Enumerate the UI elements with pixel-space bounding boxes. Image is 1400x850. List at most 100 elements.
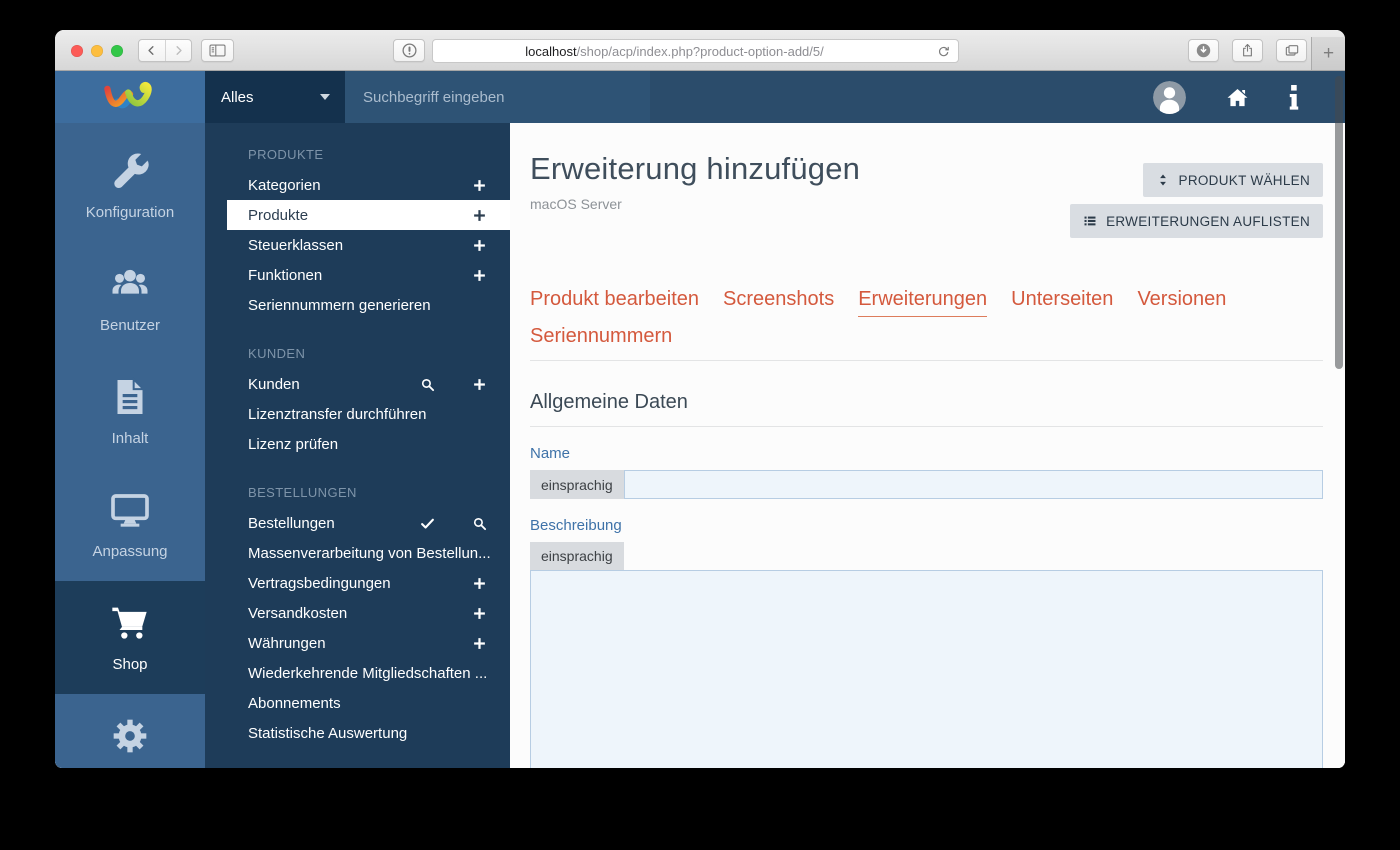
plus-icon[interactable] (472, 238, 487, 253)
monitor-icon (110, 490, 150, 530)
show-tabs-button[interactable] (1276, 39, 1307, 62)
menu-item-vertragsbedingungen[interactable]: Vertragsbedingungen (205, 568, 510, 598)
sidebar-item-shop[interactable]: Shop (55, 581, 205, 694)
name-input[interactable] (623, 470, 1323, 499)
menu-item-massenverarbeitung-von-bestellun[interactable]: Massenverarbeitung von Bestellun... (205, 538, 510, 568)
icon-sidebar: Konfiguration Benutzer Inhalt Anpassung … (55, 123, 205, 768)
menu-item-kategorien[interactable]: Kategorien (205, 170, 510, 200)
app-body: Konfiguration Benutzer Inhalt Anpassung … (55, 123, 1345, 768)
woltlab-logo-cell[interactable] (55, 71, 205, 123)
description-textarea[interactable] (530, 570, 1323, 768)
plus-icon[interactable] (472, 576, 487, 591)
menu-item-abonnements[interactable]: Abonnements (205, 688, 510, 718)
acp-search (345, 71, 650, 123)
tab-screenshots[interactable]: Screenshots (723, 288, 834, 317)
menu-item-funktionen[interactable]: Funktionen (205, 260, 510, 290)
sidebar-item-konfiguration[interactable]: Konfiguration (55, 129, 205, 242)
document-icon (110, 376, 150, 417)
forward-button[interactable] (164, 40, 192, 61)
reload-icon (938, 46, 949, 57)
wrench-icon (110, 151, 150, 191)
content-header: Erweiterung hinzufügen macOS Server PROD… (530, 151, 1323, 238)
browser-viewport: Alles Konfiguration (55, 71, 1345, 768)
menu-item-versandkosten[interactable]: Versandkosten (205, 598, 510, 628)
chevron-left-icon (148, 46, 154, 55)
tab-seriennummern[interactable]: Seriennummern (530, 325, 672, 354)
onepassword-extension-button[interactable] (393, 39, 425, 62)
menu-section-title: BESTELLUNGEN (248, 485, 357, 500)
home-icon (1227, 88, 1248, 106)
search-icon[interactable] (472, 516, 487, 531)
minimize-window-button[interactable] (91, 45, 103, 57)
menu-item-wiederkehrende-mitgliedschaften[interactable]: Wiederkehrende Mitgliedschaften ... (205, 658, 510, 688)
downloads-button[interactable] (1188, 39, 1219, 62)
safari-window: localhost/shop/acp/index.php?product-opt… (55, 30, 1345, 768)
search-input[interactable] (363, 88, 646, 106)
menu-item-kunden[interactable]: Kunden (205, 369, 510, 399)
onepassword-icon (401, 43, 417, 58)
tab-erweiterungen[interactable]: Erweiterungen (858, 288, 988, 317)
menu-item-statistische-auswertung[interactable]: Statistische Auswertung (205, 718, 510, 748)
reload-button[interactable] (936, 44, 951, 62)
menu-section-produkte: PRODUKTE Kategorien Produkte Steuerklass… (205, 147, 510, 320)
field-label-name: Name (530, 445, 571, 462)
language-tab[interactable]: einsprachig (530, 470, 624, 499)
tabs-icon (1285, 44, 1298, 56)
tab-unterseiten[interactable]: Unterseiten (1011, 288, 1113, 317)
search-scope-dropdown[interactable]: Alles (205, 71, 345, 123)
tab-produkt-bearbeiten[interactable]: Produkt bearbeiten (530, 288, 699, 317)
menu-section-title: PRODUKTE (248, 147, 324, 162)
action-produkt-wählen[interactable]: PRODUKT WÄHLEN (1142, 163, 1323, 197)
url-host: localhost (525, 43, 577, 59)
menu-item-seriennummern-generieren[interactable]: Seriennummern generieren (205, 290, 510, 320)
action-erweiterungen-auflisten[interactable]: ERWEITERUNGEN AUFLISTEN (1070, 204, 1323, 238)
menu-item-lizenztransfer-durchführen[interactable]: Lizenztransfer durchführen (205, 399, 510, 429)
sidebar-item-inhalt[interactable]: Inhalt (55, 355, 205, 468)
history-nav-group (138, 39, 192, 62)
acp-header: Alles (55, 71, 1345, 123)
address-bar[interactable]: localhost/shop/acp/index.php?product-opt… (432, 39, 959, 63)
tab-versionen[interactable]: Versionen (1137, 288, 1226, 317)
plus-icon[interactable] (472, 268, 487, 283)
name-field-row: einsprachig (530, 470, 1323, 499)
sidebar-item-verwaltung[interactable]: Verwaltung (55, 694, 205, 768)
search-scope-label: Alles (221, 88, 254, 106)
menu-section-kunden: KUNDEN Kunden Lizenztransfer durchführen… (205, 346, 510, 459)
language-tab[interactable]: einsprachig (530, 542, 624, 570)
menu-item-lizenz-prüfen[interactable]: Lizenz prüfen (205, 429, 510, 459)
menu-section-title: KUNDEN (248, 346, 306, 361)
menu-item-steuerklassen[interactable]: Steuerklassen (205, 230, 510, 260)
chevron-down-icon (320, 94, 330, 100)
info-button[interactable] (1289, 84, 1299, 110)
share-icon (1243, 44, 1252, 57)
select-arrows-icon (1156, 173, 1170, 187)
sidebar-toggle-button[interactable] (201, 39, 234, 62)
plus-icon[interactable] (472, 636, 487, 651)
sidebar-item-benutzer[interactable]: Benutzer (55, 242, 205, 355)
share-button[interactable] (1232, 39, 1263, 62)
menu-item-bestellungen[interactable]: Bestellungen (205, 508, 510, 538)
plus-icon[interactable] (472, 208, 487, 223)
page-titles: Erweiterung hinzufügen macOS Server (530, 151, 1070, 212)
field-label-description: Beschreibung (530, 517, 622, 534)
back-button[interactable] (139, 40, 165, 61)
sidebar-item-anpassung[interactable]: Anpassung (55, 468, 205, 581)
zoom-window-button[interactable] (111, 45, 123, 57)
frontend-home-button[interactable] (1225, 86, 1250, 109)
user-avatar[interactable] (1153, 80, 1186, 114)
menu-item-produkte[interactable]: Produkte (227, 200, 510, 230)
chevron-right-icon (176, 46, 182, 55)
search-icon[interactable] (420, 377, 435, 392)
info-icon (1289, 84, 1299, 110)
page-scrollbar-thumb[interactable] (1335, 76, 1343, 369)
close-window-button[interactable] (71, 45, 83, 57)
avatar-icon (1153, 80, 1186, 114)
check-icon[interactable] (420, 516, 435, 531)
plus-icon[interactable] (472, 178, 487, 193)
plus-icon[interactable] (472, 377, 487, 392)
menu-section-bestellungen: BESTELLUNGEN Bestellungen Massenverarbei… (205, 485, 510, 748)
plus-icon[interactable] (472, 606, 487, 621)
sidebar-icon (209, 44, 226, 57)
new-tab-button[interactable]: + (1311, 37, 1345, 70)
menu-item-währungen[interactable]: Währungen (205, 628, 510, 658)
